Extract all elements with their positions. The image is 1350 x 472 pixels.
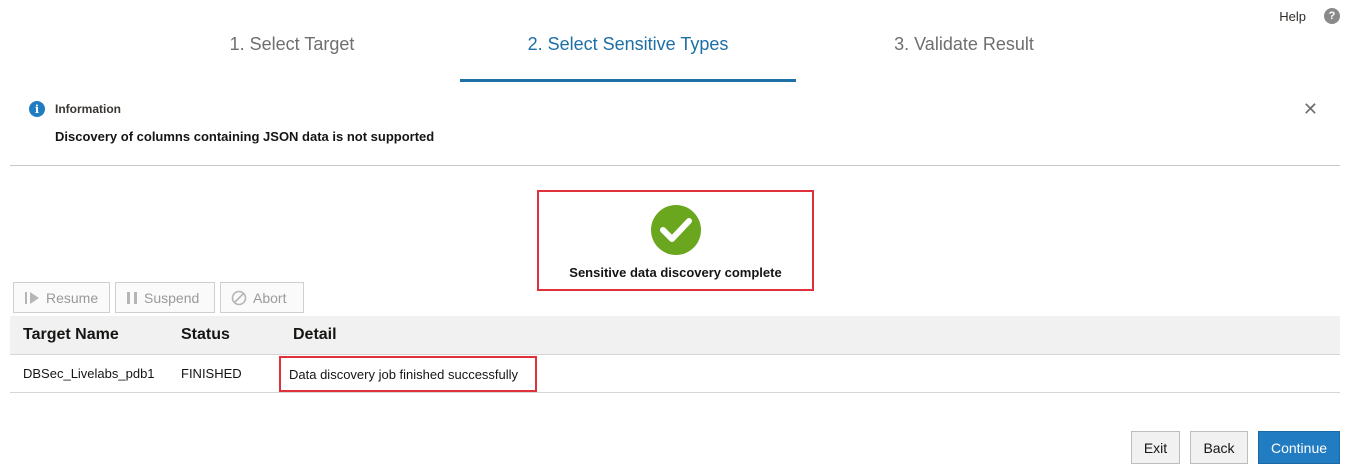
close-icon[interactable]: ✕ — [1303, 99, 1318, 120]
step-label: 1. Select Target — [229, 34, 355, 54]
table-row[interactable]: DBSec_Livelabs_pdb1 FINISHED — [10, 355, 1340, 393]
footer-buttons: Exit Back Continue — [1131, 431, 1340, 464]
results-table: Target Name Status Detail DBSec_Livelabs… — [10, 316, 1340, 393]
column-header-detail[interactable]: Detail — [280, 326, 337, 344]
job-toolbar: Resume Suspend Abort — [13, 282, 304, 313]
help-link[interactable]: Help — [1279, 9, 1306, 24]
pause-icon — [126, 291, 138, 305]
discovery-complete-panel: Sensitive data discovery complete — [537, 190, 814, 291]
resume-label: Resume — [46, 289, 99, 306]
column-header-target-name[interactable]: Target Name — [10, 326, 168, 344]
step-select-target[interactable]: 1. Select Target — [124, 22, 460, 82]
discovery-complete-text: Sensitive data discovery complete — [569, 265, 782, 280]
help-area: Help ? — [1279, 8, 1340, 24]
step-label: 3. Validate Result — [894, 34, 1034, 54]
question-circle-icon[interactable]: ? — [1324, 8, 1340, 24]
step-label: 2. Select Sensitive Types — [527, 34, 729, 54]
continue-button[interactable]: Continue — [1258, 431, 1340, 464]
exit-button[interactable]: Exit — [1131, 431, 1180, 464]
suspend-button[interactable]: Suspend — [115, 282, 215, 313]
cell-target-name: DBSec_Livelabs_pdb1 — [23, 366, 155, 381]
checkmark-circle-icon — [650, 205, 701, 255]
info-message: Discovery of columns containing JSON dat… — [55, 129, 435, 144]
cell-status: FINISHED — [181, 366, 242, 381]
suspend-label: Suspend — [144, 289, 200, 306]
info-message-panel: i Information Discovery of columns conta… — [10, 96, 1340, 166]
column-header-status[interactable]: Status — [168, 326, 280, 344]
cell-detail: Data discovery job finished successfully — [289, 367, 519, 382]
abort-label: Abort — [253, 289, 287, 306]
abort-button[interactable]: Abort — [220, 282, 304, 313]
resume-button[interactable]: Resume — [13, 282, 110, 313]
info-icon: i — [29, 101, 45, 117]
table-header: Target Name Status Detail — [10, 316, 1340, 355]
info-title: Information — [55, 102, 121, 116]
step-select-sensitive-types[interactable]: 2. Select Sensitive Types — [460, 22, 796, 82]
resume-icon — [24, 291, 40, 305]
step-train: 1. Select Target 2. Select Sensitive Typ… — [124, 22, 1134, 82]
back-button[interactable]: Back — [1190, 431, 1248, 464]
abort-icon — [231, 290, 247, 306]
step-validate-result[interactable]: 3. Validate Result — [796, 22, 1132, 82]
